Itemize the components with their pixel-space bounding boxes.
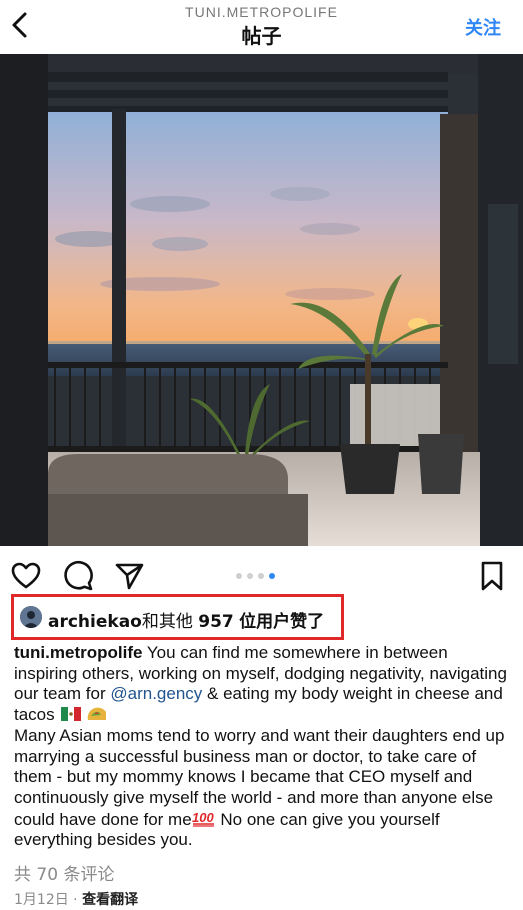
like-heart-icon[interactable] — [10, 560, 42, 592]
view-comments-link[interactable]: 共 70 条评论 — [14, 860, 114, 885]
page-title: 帖子 — [241, 24, 282, 48]
likes-count[interactable]: 957 — [198, 612, 234, 632]
caption-username[interactable]: tuni.metropolife — [14, 643, 142, 662]
likes-text: archiekao和其他 957 位用户赞了 — [48, 607, 324, 632]
carousel-dot-active — [269, 573, 275, 579]
bookmark-icon[interactable] — [476, 560, 508, 592]
taco-icon — [87, 707, 107, 721]
liker-username[interactable]: archiekao — [48, 612, 142, 632]
likes-summary[interactable]: archiekao和其他 957 位用户赞了 — [11, 594, 344, 640]
hundred-points-icon: 100 — [192, 810, 214, 827]
post-actions-bar — [0, 556, 523, 596]
post-photo[interactable] — [0, 54, 523, 546]
avatar[interactable] — [20, 606, 42, 628]
likes-suffix: 位用户赞了 — [239, 612, 325, 632]
share-send-icon[interactable] — [113, 560, 145, 592]
caption-mention-link[interactable]: @arn.gency — [110, 684, 202, 703]
post-caption: tuni.metropolife You can find me somewhe… — [14, 643, 514, 851]
mexico-flag-icon — [61, 707, 82, 722]
carousel-indicator — [236, 573, 275, 579]
meta-separator: · — [68, 892, 83, 908]
carousel-dot — [247, 573, 253, 579]
svg-text:100: 100 — [192, 810, 214, 825]
post-author-username: TUNI.METROPOLIFE — [185, 4, 338, 20]
follow-button[interactable]: 关注 — [465, 14, 501, 40]
carousel-dot — [258, 573, 264, 579]
post-meta: 1月12日 · 查看翻译 — [14, 889, 138, 909]
see-translation-link[interactable]: 查看翻译 — [82, 892, 138, 908]
carousel-dot — [236, 573, 242, 579]
top-bar: TUNI.METROPOLIFE 帖子 关注 — [0, 0, 523, 52]
comment-bubble-icon[interactable] — [62, 560, 94, 592]
post-date: 1月12日 — [14, 892, 69, 908]
likes-mid-text: 和其他 — [141, 612, 193, 632]
